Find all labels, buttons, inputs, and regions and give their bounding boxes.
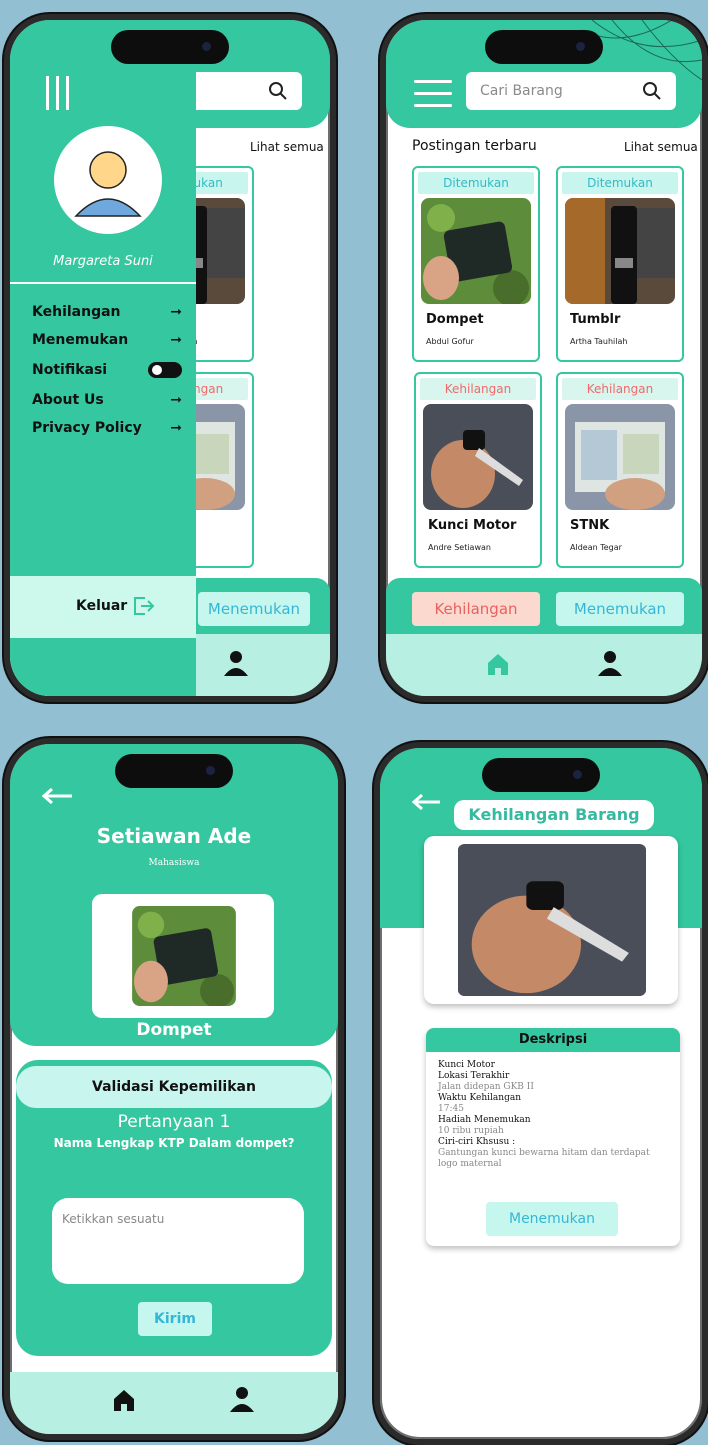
stnk-photo <box>565 404 675 510</box>
description-header: Deskripsi <box>426 1028 680 1052</box>
phone-notch <box>482 758 600 792</box>
features-value: Gantungan kunci bewarna hitam dan terdap… <box>438 1148 650 1169</box>
bottom-tab-bar <box>386 634 702 696</box>
phone-notch <box>115 754 233 788</box>
phone-menu-screen: Cari Barang Lihat semua Ditemukan Tumblr… <box>4 14 336 702</box>
drawer-divider <box>10 282 196 284</box>
location-label: Lokasi Terakhir <box>438 1071 510 1081</box>
owner-name: Setiawan Ade <box>96 824 252 848</box>
phone-feed-screen: Cari Barang Postingan terbaru Lihat semu… <box>380 14 708 702</box>
menu-item-notifikasi[interactable]: Notifikasi <box>32 362 182 378</box>
answer-input[interactable]: Ketikkan sesuatu <box>52 1198 304 1284</box>
back-arrow-icon[interactable] <box>412 794 442 810</box>
keys-photo <box>458 844 646 996</box>
menu-item-about-us[interactable]: About Us ➞ <box>32 392 182 408</box>
logout-label: Keluar <box>76 598 128 614</box>
search-icon[interactable] <box>642 81 662 101</box>
status-tag: Kehilangan <box>420 378 536 400</box>
home-icon[interactable] <box>112 1388 136 1412</box>
time-value: 17:45 <box>438 1104 464 1114</box>
arrow-right-icon: ➞ <box>170 392 182 408</box>
post-card[interactable]: Ditemukan Dompet Abdul Gofur <box>412 166 540 362</box>
poster-name: Aldean Tegar <box>570 543 622 552</box>
wallet-photo <box>132 906 236 1006</box>
search-input[interactable]: Cari Barang <box>480 83 642 99</box>
wallet-photo <box>421 198 531 304</box>
phone-validation-screen: Setiawan Ade Mahasiswa Dompet Validasi K… <box>4 738 344 1440</box>
post-card[interactable]: Kehilangan STNK Aldean Tegar <box>556 372 684 568</box>
question-number: Pertanyaan 1 <box>117 1112 231 1132</box>
phone-notch <box>485 30 603 64</box>
home-icon[interactable] <box>486 652 510 676</box>
menu-icon[interactable] <box>44 76 72 110</box>
poster-name: Artha Tauhilah <box>570 337 628 346</box>
status-tag: Ditemukan <box>418 172 534 194</box>
menu-item-label: Privacy Policy <box>32 420 142 436</box>
item-name: Tumblr <box>570 312 621 327</box>
menu-item-label: Menemukan <box>32 332 129 348</box>
search-bar[interactable]: Cari Barang <box>466 72 676 110</box>
logout-icon <box>134 597 155 615</box>
arrow-right-icon: ➞ <box>170 332 182 348</box>
logout-area: Keluar <box>10 576 196 638</box>
menu-item-label: Notifikasi <box>32 362 108 378</box>
avatar <box>54 126 162 234</box>
user-icon[interactable] <box>230 1386 254 1412</box>
item-name: Kunci Motor <box>428 518 517 533</box>
poster-name: Andre Setiawan <box>428 543 491 552</box>
section-title: Postingan terbaru <box>412 138 537 154</box>
phone-notch <box>111 30 229 64</box>
tumbler-photo <box>565 198 675 304</box>
logout-button[interactable]: Keluar <box>76 596 155 616</box>
page-title: Kehilangan Barang <box>454 800 654 830</box>
user-icon[interactable] <box>224 650 248 676</box>
item-image-card <box>92 894 274 1018</box>
question-text: Nama Lengkap KTP Dalam dompet? <box>53 1136 295 1150</box>
features-label: Ciri-ciri Khsusu : <box>438 1137 516 1147</box>
lost-button[interactable]: Kehilangan <box>412 592 540 626</box>
keys-photo <box>423 404 533 510</box>
item-name: Kunci Motor <box>438 1060 495 1070</box>
back-arrow-icon[interactable] <box>42 788 74 804</box>
found-button[interactable]: Menemukan <box>486 1202 618 1236</box>
search-icon[interactable] <box>268 81 288 101</box>
arrow-right-icon: ➞ <box>170 420 182 436</box>
post-card[interactable]: Ditemukan Tumblr Artha Tauhilah <box>556 166 684 362</box>
status-tag: Ditemukan <box>562 172 678 194</box>
location-value: Jalan didepan GKB II <box>438 1082 534 1092</box>
time-label: Waktu Kehilangan <box>438 1093 522 1103</box>
menu-item-kehilangan[interactable]: Kehilangan ➞ <box>32 304 182 320</box>
arrow-right-icon: ➞ <box>170 304 182 320</box>
item-name: STNK <box>570 518 610 533</box>
menu-item-label: Kehilangan <box>32 304 121 320</box>
status-tag: Kehilangan <box>562 378 678 400</box>
found-button[interactable]: Menemukan <box>556 592 684 626</box>
menu-item-privacy-policy[interactable]: Privacy Policy ➞ <box>32 420 182 436</box>
see-all-link[interactable]: Lihat semua <box>624 140 698 154</box>
phone-detail-screen: Kehilangan Barang Deskripsi Kunci Motor … <box>374 742 708 1445</box>
reward-label: Hadiah Menemukan <box>438 1115 531 1125</box>
item-image-card <box>424 836 678 1004</box>
notification-toggle[interactable] <box>148 362 182 378</box>
owner-role: Mahasiswa <box>148 858 200 868</box>
answer-placeholder: Ketikkan sesuatu <box>62 1212 165 1226</box>
submit-button[interactable]: Kirim <box>138 1302 212 1336</box>
see-all-link[interactable]: Lihat semua <box>250 140 324 154</box>
description-card: Deskripsi Kunci Motor Lokasi Terakhir Ja… <box>426 1028 680 1246</box>
found-button[interactable]: Menemukan <box>198 592 310 626</box>
side-drawer: Margareta Suni Kehilangan ➞ Menemukan ➞ … <box>10 20 196 696</box>
poster-name: Abdul Gofur <box>426 337 474 346</box>
bottom-tab-bar <box>10 1372 338 1434</box>
menu-item-label: About Us <box>32 392 104 408</box>
item-title: Dompet <box>136 1020 212 1040</box>
reward-value: 10 ribu rupiah <box>438 1126 504 1136</box>
validation-header: Validasi Kepemilikan <box>16 1066 332 1108</box>
username: Margareta Suni <box>53 254 153 269</box>
item-name: Dompet <box>426 312 484 327</box>
user-icon[interactable] <box>598 650 622 676</box>
description-body: Kunci Motor Lokasi Terakhir Jalan didepa… <box>426 1052 680 1178</box>
post-card[interactable]: Kehilangan Kunci Motor Andre Setiawan <box>414 372 542 568</box>
menu-icon[interactable] <box>414 80 452 108</box>
menu-item-menemukan[interactable]: Menemukan ➞ <box>32 332 182 348</box>
